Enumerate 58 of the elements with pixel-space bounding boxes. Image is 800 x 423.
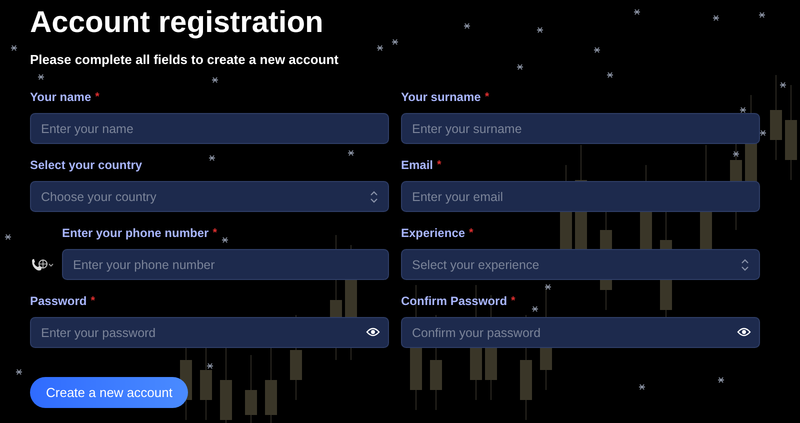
phone-globe-icon[interactable] (30, 258, 54, 272)
snowflake-icon (208, 155, 216, 161)
required-mark: * (511, 295, 516, 307)
field-label: Your surname (401, 90, 481, 104)
required-mark: * (484, 91, 490, 103)
field-label: Experience (401, 226, 466, 240)
page-title: Account registration (30, 5, 324, 41)
snowflake-icon (718, 377, 724, 383)
required-mark: * (469, 227, 474, 239)
field-label: Your name (30, 90, 92, 104)
password-field[interactable]: Confirm your password (401, 317, 760, 348)
required-mark: * (95, 91, 100, 103)
field-label: Enter your phone number (62, 226, 209, 240)
snowflake-icon (532, 306, 538, 312)
snowflake-icon (740, 107, 746, 113)
input-field[interactable]: Enter your name (30, 113, 389, 144)
snowflake-icon (544, 284, 552, 290)
snowflake-icon (222, 237, 228, 243)
chevron-updown-icon (741, 258, 749, 270)
snowflake-icon (516, 64, 524, 70)
snowflake-icon (536, 27, 544, 33)
snowflake-icon (38, 74, 44, 80)
snowflake-icon (212, 77, 218, 83)
snowflake-icon (16, 369, 22, 375)
snowflake-icon (638, 384, 646, 390)
snowflake-icon (594, 47, 600, 53)
snowflake-icon (712, 15, 720, 21)
select-field[interactable]: Select your experience (401, 249, 760, 280)
snowflake-icon (10, 45, 18, 51)
select-field[interactable]: Choose your country (30, 181, 389, 212)
snowflake-icon (758, 12, 766, 18)
input-field[interactable]: Enter your email (401, 181, 760, 212)
field-label: Email (401, 158, 434, 172)
input-field[interactable]: Enter your phone number (62, 249, 389, 280)
field-label: Confirm Password (401, 294, 508, 308)
create-account-button[interactable]: Create a new account (30, 377, 188, 408)
field-label: Select your country (30, 158, 142, 172)
snowflake-icon (348, 150, 354, 156)
required-mark: * (90, 295, 95, 307)
eye-icon[interactable] (737, 327, 751, 337)
snowflake-icon (606, 72, 614, 78)
snowflake-icon (760, 130, 766, 136)
eye-icon[interactable] (366, 327, 380, 337)
input-field[interactable]: Enter your surname (401, 113, 760, 144)
snowflake-icon (780, 82, 786, 88)
snowflake-icon (634, 9, 640, 15)
password-field[interactable]: Enter your password (30, 317, 389, 348)
required-mark: * (437, 159, 442, 171)
snowflake-icon (4, 234, 12, 240)
snowflake-icon (464, 23, 470, 29)
chevron-updown-icon (370, 190, 378, 202)
snowflake-icon (732, 151, 740, 157)
snowflake-icon (206, 363, 214, 369)
snowflake-icon (392, 39, 398, 45)
required-mark: * (212, 227, 217, 239)
field-label: Password (30, 294, 87, 308)
page-subtitle: Please complete all fields to create a new account (30, 52, 339, 67)
snowflake-icon (376, 45, 384, 51)
